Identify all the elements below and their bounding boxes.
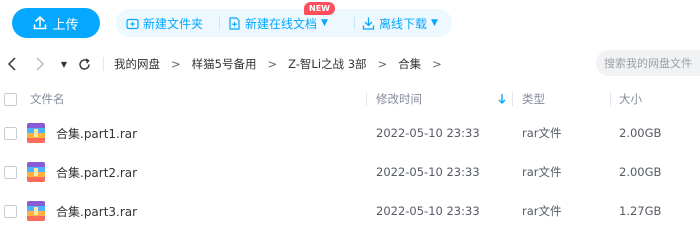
toolbar-action-group: 新建文件夹 新建在线文档 ▼ 离线下载 ▼ (116, 9, 452, 37)
navigation-bar: ▼ 我的网盘 > 样猫5号备用 > Z-智Li之战 3部 > 合集 > (0, 48, 700, 80)
table-row[interactable]: 合集.part1.rar 2022-05-10 23:33 rar文件 2.00… (0, 116, 700, 150)
breadcrumb: 我的网盘 > 样猫5号备用 > Z-智Li之战 3部 > 合集 > (114, 55, 453, 73)
breadcrumb-separator: > (377, 57, 388, 71)
offline-download-label: 离线下载 (379, 16, 428, 31)
upload-icon (34, 16, 47, 30)
toolbar: 上传 新建文件夹 新建在线文档 ▼ 离线下载 ▼ NEW (0, 0, 700, 44)
row-select-cell (0, 155, 20, 189)
download-icon (362, 16, 375, 30)
folder-plus-icon (126, 18, 139, 29)
file-modified: 2022-05-10 23:33 (376, 126, 480, 140)
breadcrumb-separator: > (267, 57, 278, 71)
select-all-cell (0, 86, 20, 112)
toolbar-divider (354, 16, 355, 30)
select-all-checkbox[interactable] (4, 92, 17, 106)
file-name[interactable]: 合集.part1.rar (56, 116, 137, 150)
breadcrumb-separator: > (171, 57, 181, 71)
row-checkbox[interactable] (4, 126, 17, 140)
breadcrumb-current[interactable]: 合集 (398, 56, 421, 72)
column-divider (512, 92, 513, 106)
column-divider (366, 92, 367, 106)
chevron-down-icon: ▼ (431, 18, 438, 28)
file-size: 2.00GB (619, 126, 662, 140)
search-input[interactable] (596, 50, 700, 76)
new-online-doc-label: 新建在线文档 (245, 16, 318, 31)
upload-label: 上传 (52, 17, 79, 33)
document-plus-icon (229, 16, 240, 30)
file-type: rar文件 (522, 126, 562, 140)
row-select-cell (0, 194, 20, 228)
file-type: rar文件 (522, 204, 562, 218)
sort-down-arrow-icon[interactable] (497, 86, 507, 112)
new-folder-button[interactable]: 新建文件夹 (126, 9, 203, 37)
rar-archive-icon (27, 201, 45, 221)
back-arrow-icon[interactable] (4, 55, 20, 73)
file-name[interactable]: 合集.part2.rar (56, 155, 137, 189)
forward-arrow-icon[interactable] (32, 55, 48, 73)
chevron-down-icon: ▼ (321, 18, 328, 28)
breadcrumb-item[interactable]: 我的网盘 (114, 56, 160, 72)
rar-archive-icon (27, 162, 45, 182)
nav-divider (103, 57, 104, 71)
header-modified[interactable]: 修改时间 (376, 86, 422, 112)
file-size: 2.00GB (619, 165, 662, 179)
toolbar-divider (219, 16, 220, 30)
row-select-cell (0, 116, 20, 150)
header-type[interactable]: 类型 (522, 86, 545, 112)
column-divider (610, 92, 611, 106)
breadcrumb-separator: > (432, 57, 442, 71)
new-folder-label: 新建文件夹 (143, 16, 204, 31)
file-name[interactable]: 合集.part3.rar (56, 194, 137, 228)
row-checkbox[interactable] (4, 165, 17, 179)
file-modified: 2022-05-10 23:33 (376, 165, 480, 179)
file-modified: 2022-05-10 23:33 (376, 204, 480, 218)
history-dropdown-icon[interactable]: ▼ (58, 55, 70, 73)
breadcrumb-item[interactable]: 样猫5号备用 (192, 56, 257, 72)
header-size[interactable]: 大小 (619, 86, 642, 112)
refresh-icon[interactable] (76, 55, 92, 73)
file-type: rar文件 (522, 165, 562, 179)
new-badge: NEW (304, 2, 335, 15)
upload-button[interactable]: 上传 (12, 8, 100, 38)
rar-archive-icon (27, 123, 45, 143)
header-name[interactable]: 文件名 (30, 86, 65, 112)
offline-download-button[interactable]: 离线下载 ▼ (362, 9, 438, 37)
table-row[interactable]: 合集.part3.rar 2022-05-10 23:33 rar文件 1.27… (0, 194, 700, 228)
table-header: 文件名 修改时间 类型 大小 (0, 86, 700, 112)
row-checkbox[interactable] (4, 204, 17, 218)
breadcrumb-item[interactable]: Z-智Li之战 3部 (288, 56, 366, 72)
table-row[interactable]: 合集.part2.rar 2022-05-10 23:33 rar文件 2.00… (0, 155, 700, 189)
file-size: 1.27GB (619, 204, 662, 218)
